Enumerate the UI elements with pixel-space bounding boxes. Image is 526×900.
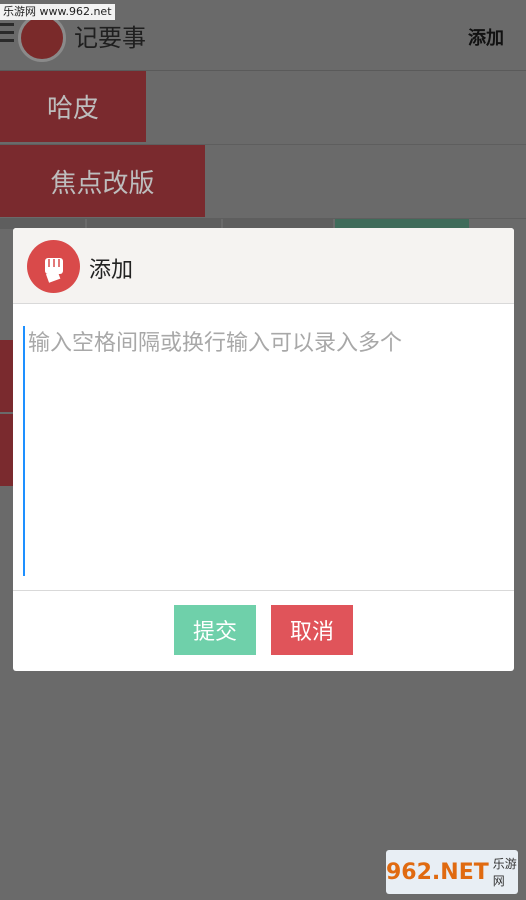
watermark-bottom: 962.NET 乐游网 <box>386 850 518 894</box>
submit-button[interactable]: 提交 <box>174 605 256 655</box>
cancel-button[interactable]: 取消 <box>271 605 353 655</box>
tag-item[interactable]: 哈皮 <box>0 71 146 142</box>
dialog-header: 添加 <box>13 228 514 304</box>
dialog-body <box>13 304 514 591</box>
watermark-sub: 乐游网 <box>492 857 517 888</box>
fist-logo-icon <box>18 14 66 62</box>
dialog-title: 添加 <box>89 258 134 283</box>
menu-icon[interactable] <box>0 23 14 45</box>
watermark-top: 乐游网 www.962.net <box>0 4 115 20</box>
items-input[interactable] <box>23 326 503 576</box>
dialog-footer: 提交 取消 <box>13 591 514 671</box>
bg-tile <box>0 340 13 412</box>
watermark-brand: 962.NET <box>386 859 489 885</box>
add-button[interactable]: 添加 <box>468 24 504 50</box>
bg-tile <box>0 414 13 486</box>
add-dialog: 添加 提交 取消 <box>13 228 514 671</box>
tag-item[interactable]: 焦点改版 <box>0 145 205 217</box>
app-title: 记要事 <box>74 24 146 52</box>
fist-logo-icon <box>27 240 80 293</box>
